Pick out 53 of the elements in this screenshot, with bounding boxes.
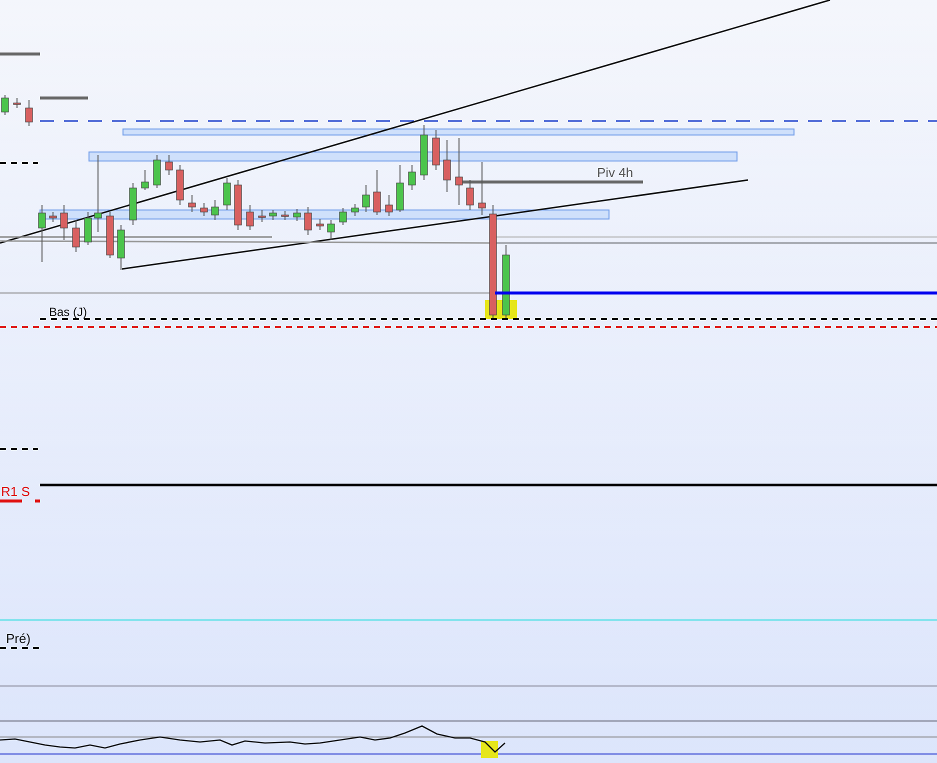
candlestick — [351, 204, 359, 216]
dashed-level-line — [0, 448, 38, 450]
dashed-level-line — [0, 647, 40, 649]
candlestick — [200, 202, 208, 216]
candlestick — [408, 164, 416, 190]
highlight-marker — [481, 741, 498, 758]
candlestick — [373, 170, 381, 216]
candlestick — [49, 212, 57, 222]
resistance-label: R1 S — [1, 484, 30, 499]
dashed-level-line — [0, 162, 38, 164]
candlestick — [211, 200, 219, 220]
level-line — [0, 500, 22, 502]
candlestick — [455, 138, 463, 206]
candlestick — [327, 220, 335, 240]
candlestick — [396, 164, 404, 212]
candlestick — [1, 94, 9, 116]
candlestick — [223, 178, 231, 210]
candlestick — [269, 210, 277, 220]
candlestick — [84, 212, 92, 246]
candlestick — [385, 194, 393, 216]
candlestick — [443, 140, 451, 192]
indicator-label: Pré) — [6, 631, 31, 646]
candlestick — [176, 164, 184, 206]
candlestick — [281, 210, 289, 220]
candlestick — [153, 154, 161, 188]
pivot-label: Piv 4h — [597, 165, 634, 180]
level-line — [40, 96, 88, 100]
candlestick — [129, 182, 137, 226]
candlestick — [293, 208, 301, 222]
candlestick — [13, 98, 21, 108]
candlestick — [432, 130, 440, 170]
candlestick — [60, 204, 68, 240]
candlestick — [316, 218, 324, 230]
candlestick — [304, 206, 312, 236]
candlestick — [106, 212, 114, 258]
candlestick — [234, 180, 242, 230]
low-label: Bas (J) — [49, 305, 88, 319]
dashed-level-line — [35, 500, 40, 502]
level-line — [0, 52, 40, 56]
candlestick — [258, 210, 266, 222]
candlestick — [38, 204, 46, 262]
candlestick — [117, 224, 125, 270]
candlestick — [420, 124, 428, 180]
candlestick — [466, 180, 474, 210]
candlestick — [165, 154, 173, 176]
candlestick — [246, 204, 254, 230]
candlestick — [188, 194, 196, 212]
candlestick — [478, 162, 486, 216]
candlestick — [72, 220, 80, 252]
candlestick — [339, 208, 347, 226]
candlestick — [141, 170, 149, 190]
candlestick — [362, 184, 370, 212]
candlestick — [25, 100, 33, 126]
